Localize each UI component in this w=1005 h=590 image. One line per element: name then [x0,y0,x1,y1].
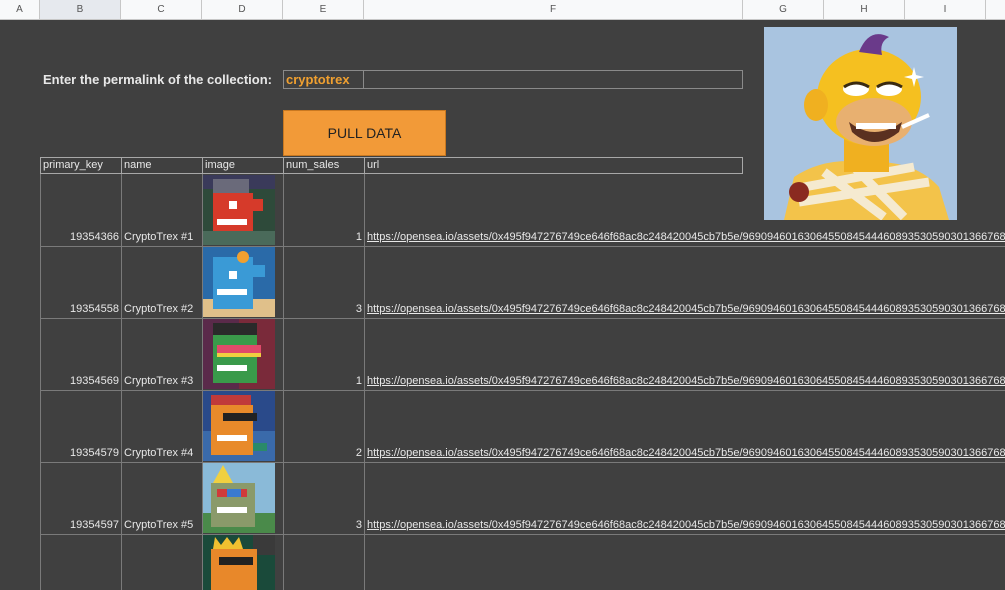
column-header-c[interactable]: C [121,0,202,19]
table-header-num-sales[interactable]: num_sales [283,157,365,174]
cell-url-link[interactable]: https://opensea.io/assets/0x495f94727674… [367,303,1005,316]
cell-primary-key[interactable]: 19354558 [42,303,119,316]
table-header-name[interactable]: name [121,157,203,174]
column-header-a[interactable]: A [0,0,40,19]
cell-url-link[interactable]: https://opensea.io/assets/0x495f94727674… [367,519,1005,532]
grid-line [121,174,122,590]
grid-line [40,390,1005,391]
cell-url-link[interactable]: https://opensea.io/assets/0x495f94727674… [367,375,1005,388]
cell-primary-key[interactable]: 19354366 [42,231,119,244]
column-header-d[interactable]: D [202,0,283,19]
column-header-g[interactable]: G [743,0,824,19]
cell-primary-key[interactable]: 19354579 [42,447,119,460]
permalink-input-cell[interactable]: cryptotrex [283,70,364,89]
cell-name[interactable]: CryptoTrex #2 [124,303,193,316]
column-header-h[interactable]: H [824,0,905,19]
cell-name[interactable]: CryptoTrex #3 [124,375,193,388]
cell-num-sales[interactable]: 1 [285,231,362,244]
cell-name[interactable]: CryptoTrex #1 [124,231,193,244]
pull-data-button[interactable]: PULL DATA [283,110,446,156]
table-header-image[interactable]: image [202,157,284,174]
nft-thumbnail[interactable] [203,463,275,533]
table-header-primary-key[interactable]: primary_key [40,157,122,174]
column-header-i[interactable]: I [905,0,986,19]
grid-line [40,246,1005,247]
grid-line [40,462,1005,463]
column-header-bar: A B C D E F G H I [0,0,1005,20]
grid-line [40,534,1005,535]
permalink-prompt-label: Enter the permalink of the collection: [43,72,272,87]
nft-thumbnail[interactable] [203,247,275,317]
cell-name[interactable]: CryptoTrex #4 [124,447,193,460]
cell-num-sales[interactable]: 3 [285,519,362,532]
cell-name[interactable]: CryptoTrex #5 [124,519,193,532]
grid-line [40,174,41,590]
cell-primary-key[interactable]: 19354569 [42,375,119,388]
nft-thumbnail[interactable] [203,175,275,245]
grid-line [283,174,284,590]
permalink-input-extension[interactable] [364,70,743,89]
cell-num-sales[interactable]: 1 [285,375,362,388]
cell-num-sales[interactable]: 2 [285,447,362,460]
nft-thumbnail[interactable] [203,535,275,590]
cell-url-link[interactable]: https://opensea.io/assets/0x495f94727674… [367,231,1005,244]
column-header-b[interactable]: B [40,0,121,19]
cell-num-sales[interactable]: 3 [285,303,362,316]
column-header-f[interactable]: F [364,0,743,19]
column-header-e[interactable]: E [283,0,364,19]
bored-ape-image [764,27,957,220]
grid-line [364,174,365,590]
cell-primary-key[interactable]: 19354597 [42,519,119,532]
grid-line [40,318,1005,319]
cell-url-link[interactable]: https://opensea.io/assets/0x495f94727674… [367,447,1005,460]
nft-thumbnail[interactable] [203,319,275,389]
table-header-url[interactable]: url [364,157,743,174]
nft-thumbnail[interactable] [203,391,275,461]
